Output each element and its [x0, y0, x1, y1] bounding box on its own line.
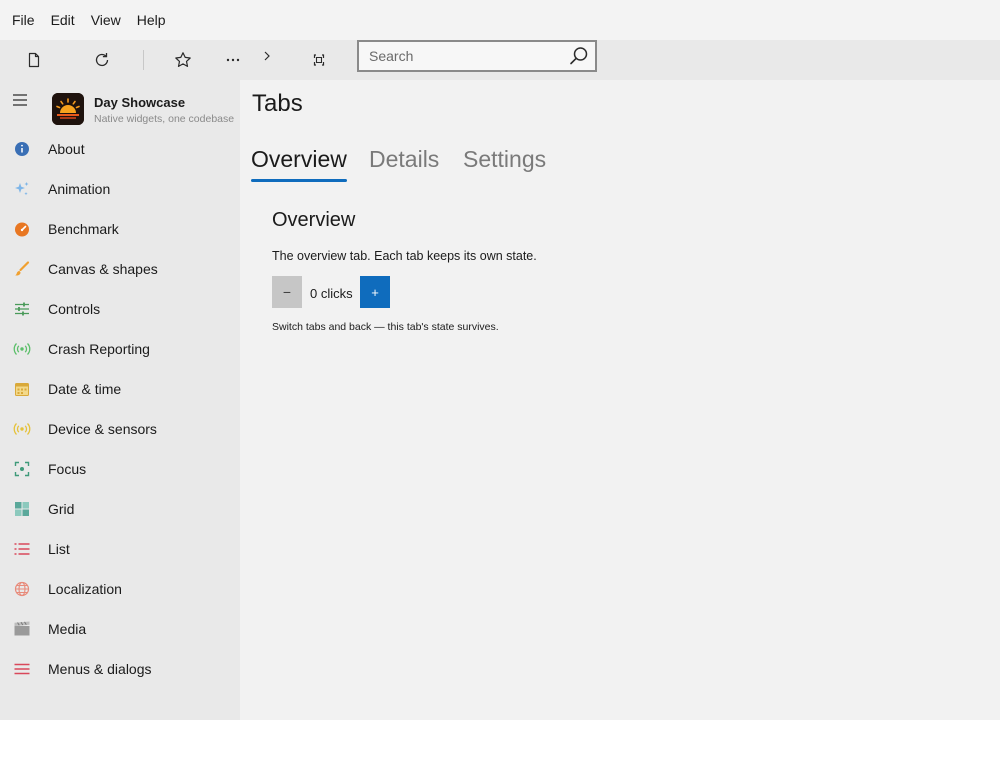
- menu-view[interactable]: View: [83, 5, 129, 35]
- menu-bar: File Edit View Help: [0, 0, 1000, 40]
- app-name: Day Showcase: [94, 95, 186, 110]
- sidebar-item-device-sensors[interactable]: Device & sensors: [0, 409, 240, 449]
- app-logo: [52, 93, 84, 125]
- fit-screen-icon: [313, 54, 325, 66]
- sidebar-item-grid[interactable]: Grid: [0, 489, 240, 529]
- state-hint-text: Switch tabs and back — this tab's state …: [272, 321, 499, 333]
- sunrise-logo-icon: [52, 93, 84, 125]
- refresh-button[interactable]: [88, 46, 116, 74]
- search-container: [357, 40, 597, 72]
- sidebar-item-controls[interactable]: Controls: [0, 289, 240, 329]
- page-title: Tabs: [252, 90, 303, 117]
- sidebar-item-label: Localization: [48, 581, 122, 597]
- sidebar-item-label: List: [48, 541, 70, 557]
- sensor-icon: [13, 423, 31, 435]
- menu-help[interactable]: Help: [129, 5, 174, 35]
- main-content: Tabs Overview Details Settings Overview …: [240, 80, 1000, 720]
- sidebar-item-label: Grid: [48, 501, 75, 517]
- sidebar-item-canvas-shapes[interactable]: Canvas & shapes: [0, 249, 240, 289]
- grid-icon: [15, 502, 29, 516]
- sidebar-item-label: About: [48, 141, 85, 157]
- refresh-icon: [95, 53, 109, 67]
- sidebar-item-label: Benchmark: [48, 221, 119, 237]
- favorite-button[interactable]: [169, 46, 197, 74]
- star-icon: [175, 52, 191, 67]
- chevron-right-icon: [264, 51, 270, 61]
- info-icon: [15, 142, 29, 156]
- decrement-button[interactable]: −: [272, 276, 302, 308]
- panel-title: Overview: [272, 209, 356, 231]
- focus-icon: [14, 461, 30, 477]
- sidebar-item-list[interactable]: List: [0, 529, 240, 569]
- sidebar-item-label: Canvas & shapes: [48, 261, 158, 277]
- panel-description: The overview tab. Each tab keeps its own…: [272, 249, 537, 263]
- calendar-icon: [15, 383, 29, 396]
- active-tab-indicator: [251, 179, 347, 182]
- tab-settings[interactable]: Settings: [463, 146, 546, 173]
- list-icon: [14, 543, 30, 555]
- tab-details[interactable]: Details: [369, 146, 439, 173]
- sparkle-icon: [15, 182, 29, 196]
- sliders-icon: [15, 302, 29, 316]
- search-icon[interactable]: [569, 46, 589, 66]
- sidebar-item-media[interactable]: Media: [0, 609, 240, 649]
- brush-icon: [15, 261, 30, 276]
- click-counter: 0 clicks: [310, 286, 353, 301]
- sidebar: Day Showcase Native widgets, one codebas…: [0, 80, 240, 720]
- sidebar-item-label: Media: [48, 621, 87, 637]
- menu-icon: [14, 663, 30, 675]
- tab-overview[interactable]: Overview: [251, 146, 347, 173]
- app-tagline: Native widgets, one codebase: [94, 113, 235, 125]
- menu-edit[interactable]: Edit: [43, 5, 83, 35]
- sidebar-item-label: Date & time: [48, 381, 122, 397]
- sidebar-item-label: Device & sensors: [48, 421, 157, 437]
- sidebar-item-label: Focus: [48, 461, 87, 477]
- search-input[interactable]: [357, 40, 597, 72]
- sidebar-item-animation[interactable]: Animation: [0, 169, 240, 209]
- film-icon: [14, 621, 30, 636]
- gauge-icon: [15, 222, 29, 237]
- sidebar-item-crash-reporting[interactable]: Crash Reporting: [0, 329, 240, 369]
- more-icon: [226, 58, 240, 62]
- sidebar-item-menus-dialogs[interactable]: Menus & dialogs: [0, 649, 240, 689]
- fit-screen-button[interactable]: [305, 46, 333, 74]
- sidebar-item-about[interactable]: About: [0, 129, 240, 169]
- sidebar-item-label: Controls: [48, 301, 101, 317]
- sidebar-item-focus[interactable]: Focus: [0, 449, 240, 489]
- overflow-chevron-button[interactable]: [253, 42, 281, 70]
- new-file-button[interactable]: [20, 46, 48, 74]
- more-button[interactable]: [219, 46, 247, 74]
- globe-icon: [14, 581, 30, 597]
- broadcast-icon: [13, 343, 31, 355]
- new-file-icon: [28, 52, 40, 68]
- hamburger-icon[interactable]: [10, 90, 30, 110]
- sidebar-item-label: Animation: [48, 181, 111, 197]
- sidebar-item-label: Crash Reporting: [48, 341, 150, 357]
- sidebar-item-label: Menus & dialogs: [48, 661, 152, 677]
- sidebar-item-date-time[interactable]: Date & time: [0, 369, 240, 409]
- increment-button[interactable]: +: [360, 276, 390, 308]
- sidebar-item-benchmark[interactable]: Benchmark: [0, 209, 240, 249]
- app-window: File Edit View Help Search Day Showcase …: [0, 0, 1000, 720]
- menu-file[interactable]: File: [4, 5, 43, 35]
- sidebar-item-localization[interactable]: Localization: [0, 569, 240, 609]
- toolbar-separator: [143, 50, 144, 70]
